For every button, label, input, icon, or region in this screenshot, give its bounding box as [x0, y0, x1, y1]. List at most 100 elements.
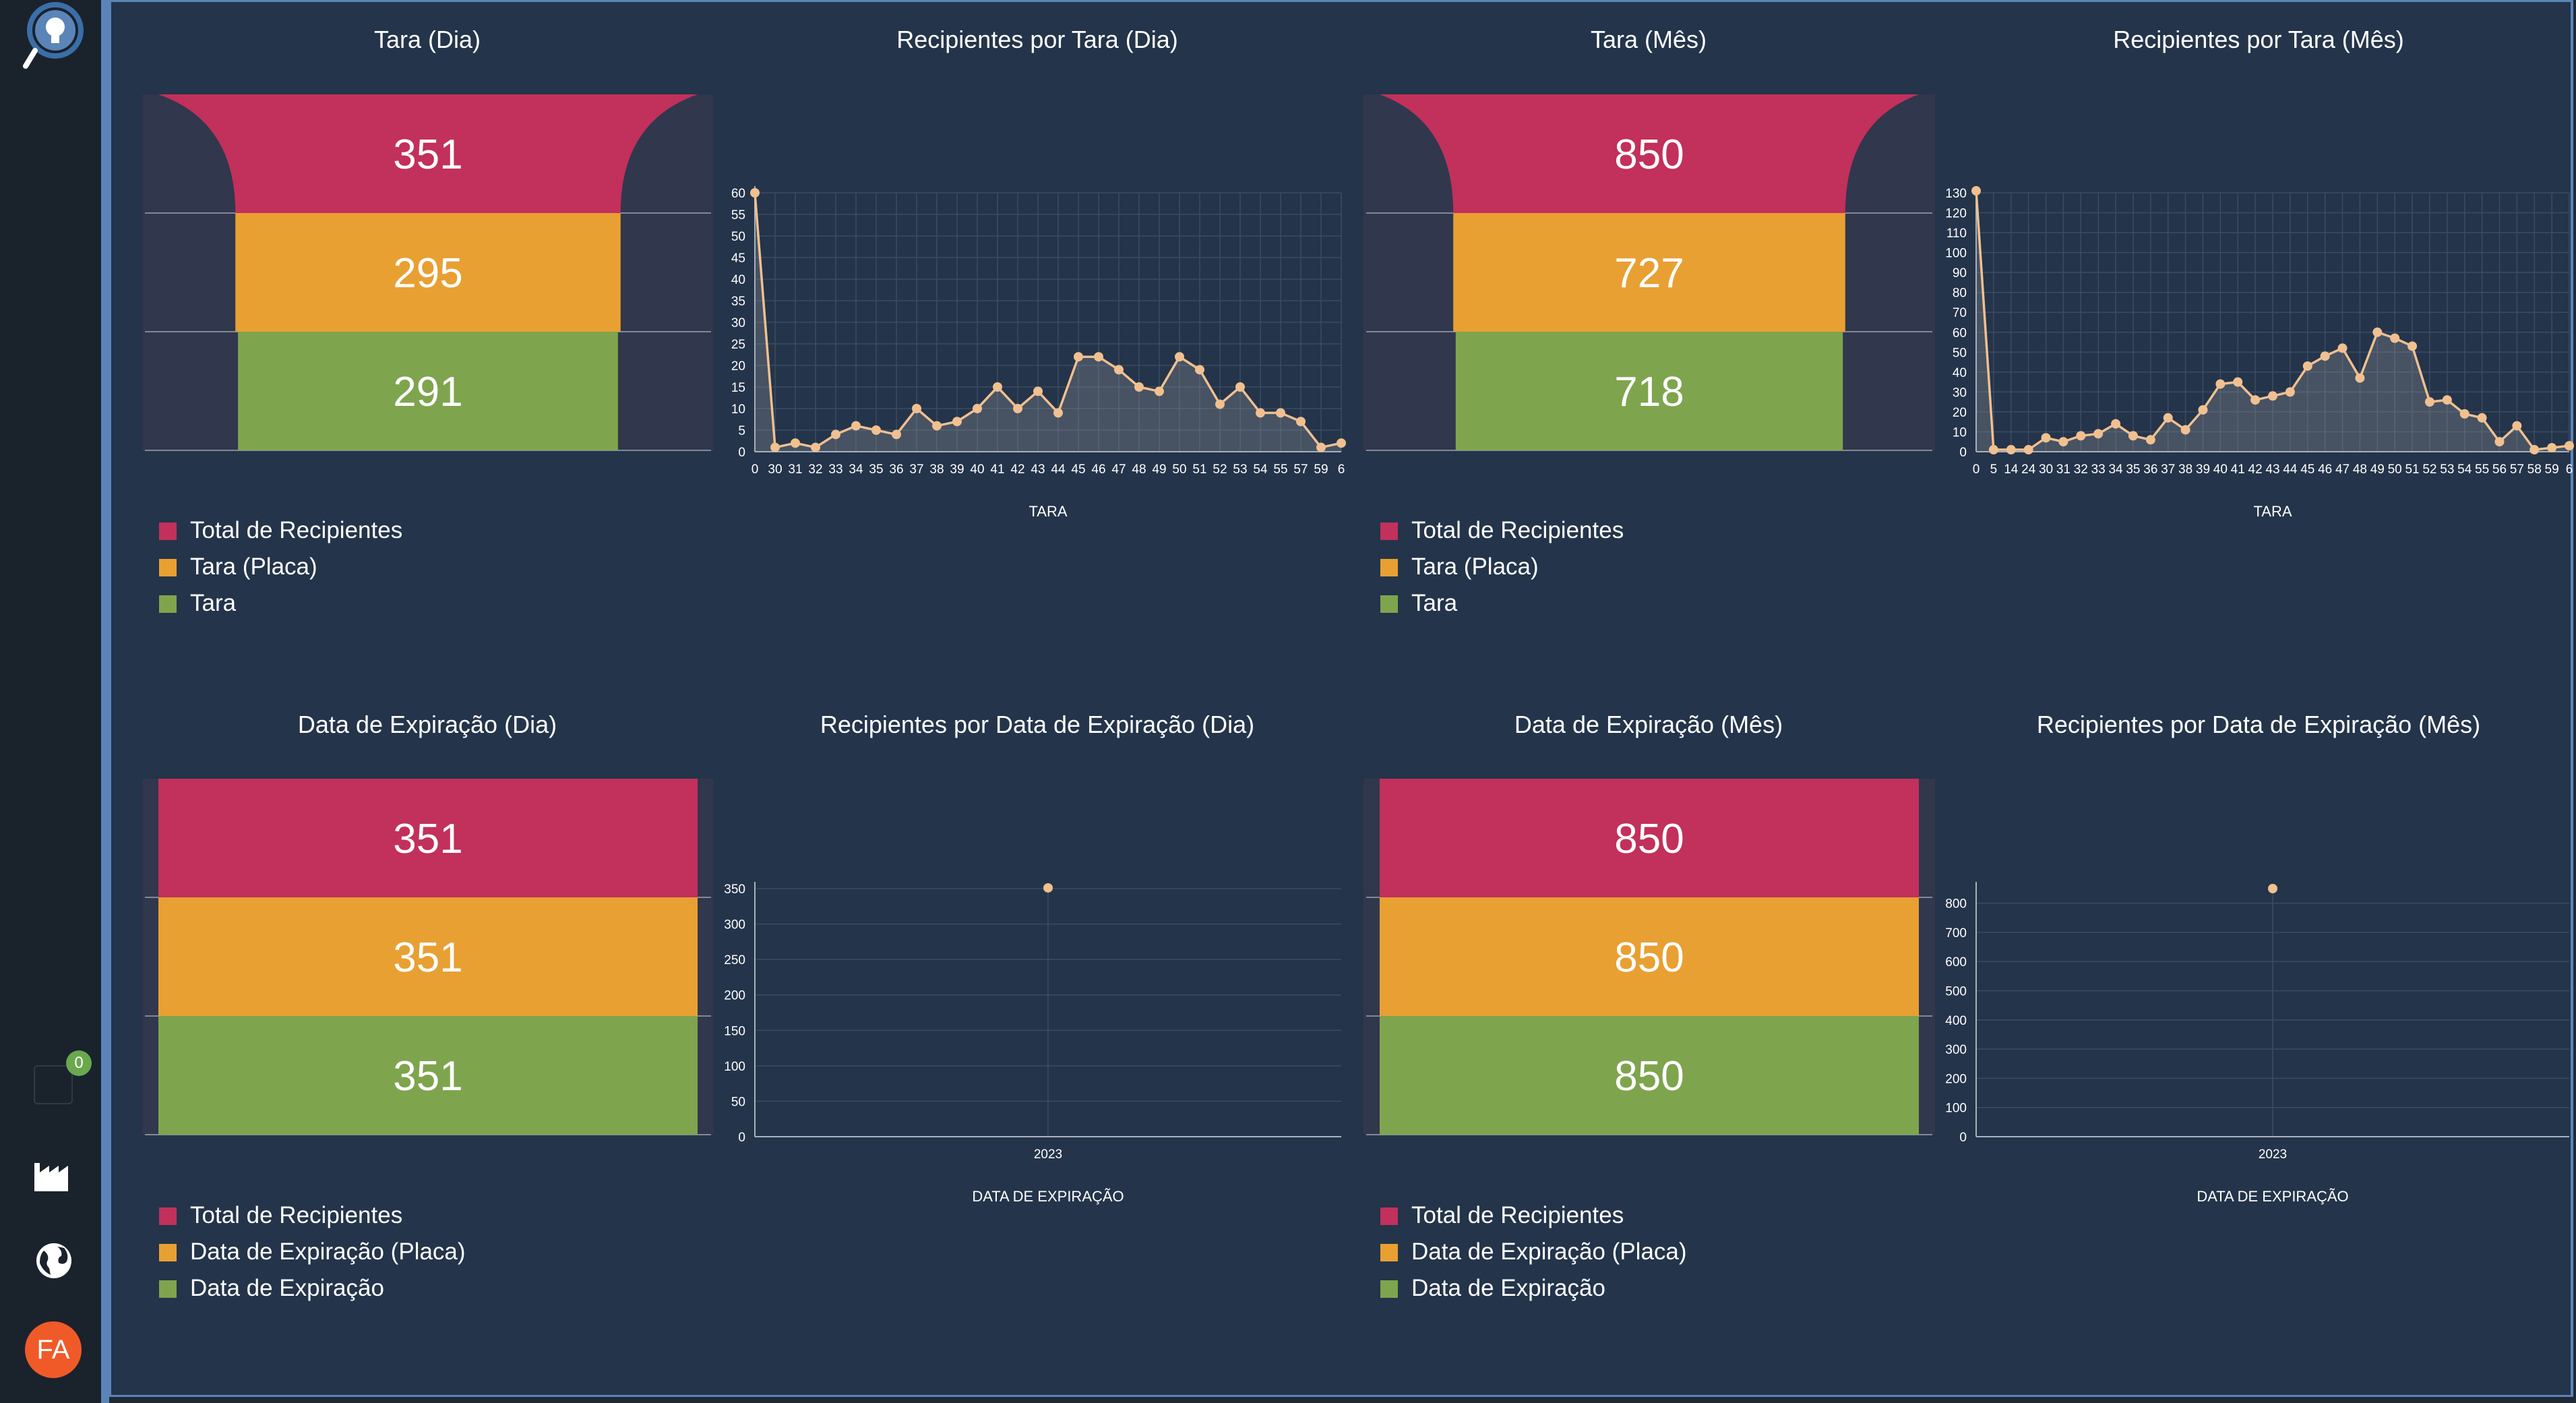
data-point [2442, 395, 2452, 405]
data-point [1175, 352, 1184, 362]
data-point [2268, 884, 2277, 893]
x-tick-label: 31 [788, 462, 802, 477]
y-tick-label: 0 [738, 1131, 745, 1145]
x-tick-label: 46 [2318, 462, 2332, 477]
y-tick-label: 110 [1946, 227, 1967, 241]
y-tick-label: 300 [724, 918, 745, 932]
y-tick-label: 45 [731, 251, 745, 266]
data-point [2494, 437, 2505, 447]
data-point [1215, 399, 1225, 409]
legend-item[interactable]: Tara [1380, 585, 1624, 622]
legend-item[interactable]: Tara (Placa) [1380, 549, 1624, 585]
funnel-title-tara-dia: Tara (Dia) [373, 26, 481, 53]
y-tick-label: 50 [1953, 346, 1967, 360]
x-tick-label: 47 [1111, 462, 1126, 477]
globe-icon[interactable] [30, 1237, 78, 1284]
data-point [2163, 413, 2173, 423]
x-tick-label: 49 [1152, 462, 1166, 477]
x-axis-title: DATA DE EXPIRAÇÃO [2197, 1188, 2348, 1205]
x-tick-label: 35 [2126, 462, 2140, 477]
data-point [2198, 405, 2208, 415]
logo-icon[interactable] [20, 0, 88, 74]
legend-item[interactable]: Total de Recipientes [1380, 512, 1624, 549]
funnel-value: 351 [393, 131, 462, 178]
funnel-value: 850 [1614, 816, 1684, 862]
x-tick-label: 33 [2091, 462, 2106, 477]
funnel-value: 850 [1614, 131, 1684, 178]
legend-item[interactable]: Data de Expiração [1380, 1270, 1687, 1307]
legend-swatch [1380, 1244, 1398, 1261]
y-tick-label: 800 [1945, 897, 1967, 912]
legend-swatch [1380, 1280, 1398, 1298]
y-tick-label: 40 [731, 273, 745, 287]
data-point [2320, 351, 2330, 361]
legend-item[interactable]: Data de Expiração [159, 1270, 466, 1307]
y-tick-label: 60 [731, 187, 745, 201]
data-point [1256, 408, 1265, 418]
y-tick-label: 250 [724, 953, 745, 967]
legend-tara-dia: Total de Recipientes Tara (Placa) Tara [159, 512, 402, 622]
data-point [2145, 435, 2155, 445]
y-tick-label: 90 [1953, 266, 1967, 280]
data-point [1114, 365, 1124, 375]
data-point [1276, 408, 1285, 418]
data-point [1155, 386, 1164, 396]
legend-item[interactable]: Total de Recipientes [1380, 1197, 1687, 1234]
y-tick-label: 80 [1953, 287, 1967, 301]
x-tick-label: 46 [1091, 462, 1105, 477]
x-tick-label: 48 [1132, 462, 1146, 477]
legend-swatch [1380, 1207, 1398, 1225]
x-tick-label: 44 [1051, 462, 1066, 477]
data-point [2477, 413, 2487, 423]
x-tick-label: 42 [2248, 462, 2263, 477]
data-point [2285, 387, 2295, 397]
notifications-icon[interactable] [34, 1065, 73, 1104]
data-point [2408, 341, 2418, 351]
x-tick-label: 34 [849, 462, 863, 477]
y-tick-label: 70 [1953, 306, 1967, 320]
x-tick-label: 37 [909, 462, 923, 477]
data-point [892, 429, 901, 440]
data-point [2250, 395, 2261, 405]
funnel-chart-tara-mes: 850 727 718 [1363, 94, 1935, 451]
y-tick-label: 200 [724, 989, 745, 1003]
legend-item[interactable]: Total de Recipientes [159, 512, 402, 549]
funnel-title-tara-mes: Tara (Mês) [1590, 26, 1707, 53]
y-tick-label: 600 [1945, 955, 1967, 969]
y-tick-label: 700 [1945, 926, 1967, 941]
legend-swatch [159, 1280, 177, 1298]
data-point [2215, 379, 2226, 389]
data-point [2355, 373, 2365, 383]
legend-item[interactable]: Data de Expiração (Placa) [1380, 1234, 1687, 1270]
x-tick-label: 47 [2335, 462, 2350, 477]
y-tick-label: 5 [738, 424, 745, 438]
y-tick-label: 200 [1945, 1072, 1967, 1086]
data-point [2128, 431, 2138, 441]
data-point [952, 417, 962, 427]
factory-icon[interactable] [30, 1150, 78, 1197]
legend-item[interactable]: Tara [159, 585, 402, 622]
x-tick-label: 54 [2457, 462, 2472, 477]
data-point [1337, 438, 1346, 448]
y-tick-label: 60 [1953, 326, 1967, 340]
x-tick-label: 37 [2161, 462, 2175, 477]
data-point [2302, 361, 2312, 371]
user-avatar[interactable]: FA [25, 1321, 82, 1378]
legend-item[interactable]: Tara (Placa) [159, 549, 402, 585]
x-tick-label: 39 [2196, 462, 2210, 477]
y-tick-label: 0 [1959, 446, 1967, 460]
data-point [770, 442, 780, 452]
legend-item[interactable]: Total de Recipientes [159, 1197, 466, 1234]
legend-item[interactable]: Data de Expiração (Placa) [159, 1234, 466, 1270]
y-tick-label: 30 [731, 316, 745, 330]
funnel-title-expiracao-dia: Data de Expiração (Dia) [297, 711, 557, 738]
legend-swatch [1380, 595, 1398, 613]
x-axis-title: TARA [1029, 503, 1067, 520]
x-tick-label: 2023 [1034, 1147, 1062, 1162]
y-tick-label: 20 [731, 359, 745, 374]
legend-expiracao-mes: Total de Recipientes Data de Expiração (… [1380, 1197, 1687, 1307]
x-tick-label: 38 [929, 462, 944, 477]
x-tick-label: 24 [2021, 462, 2036, 477]
data-point [2459, 409, 2470, 419]
data-point [1013, 404, 1022, 413]
